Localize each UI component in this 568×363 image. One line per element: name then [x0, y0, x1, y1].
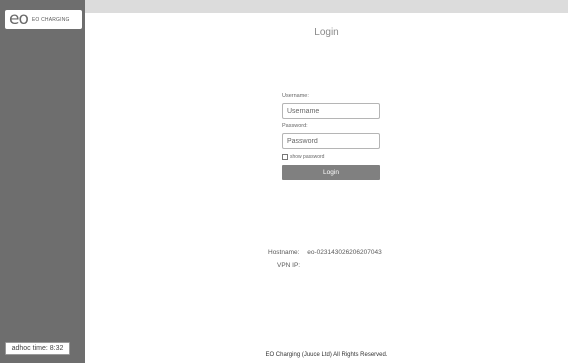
- page-title: Login: [314, 27, 339, 38]
- username-field-box: [282, 103, 380, 119]
- eo-charging-logo: eo EO CHARGING: [5, 10, 82, 29]
- hostname-row: Hostname: eo-023143026206207043: [268, 249, 382, 262]
- footer-copyright: EO Charging (Juuce Ltd) All Rights Reser…: [265, 352, 388, 358]
- show-password-checkbox[interactable]: [282, 154, 288, 160]
- username-input[interactable]: [283, 104, 379, 118]
- logo-text: EO CHARGING: [31, 16, 70, 23]
- show-password-label[interactable]: show password: [290, 154, 324, 160]
- hostname-value: eo-023143026206207043: [307, 249, 382, 256]
- device-info: Hostname: eo-023143026206207043 VPN IP:: [268, 249, 382, 275]
- eo-logo-mark: eo: [9, 9, 29, 29]
- main-panel: Login Username: Password: show password …: [85, 13, 568, 363]
- password-input[interactable]: [283, 134, 379, 148]
- show-password-row[interactable]: show password: [282, 153, 380, 161]
- login-form: Username: Password: show password Login: [282, 93, 380, 180]
- vpn-ip-row: VPN IP:: [268, 262, 382, 275]
- password-label: Password:: [282, 123, 308, 129]
- adhoc-time-badge: adhoc time: 8:32: [5, 342, 70, 355]
- password-field-box: [282, 133, 380, 149]
- login-button[interactable]: Login: [282, 165, 380, 180]
- username-label: Username:: [282, 93, 309, 99]
- sidebar: eo EO CHARGING adhoc time: 8:32: [0, 0, 85, 363]
- vpn-ip-label: VPN IP:: [277, 262, 301, 269]
- hostname-label: Hostname:: [268, 249, 300, 256]
